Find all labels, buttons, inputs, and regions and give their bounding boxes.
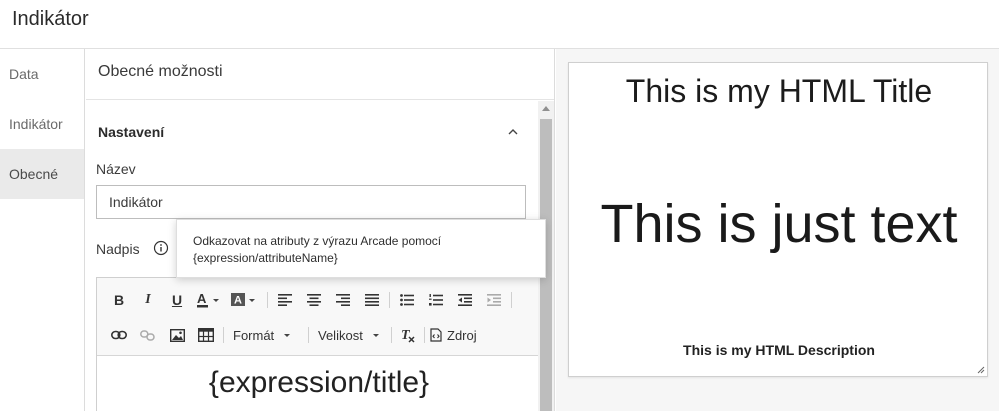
remove-format-icon: T (401, 328, 415, 343)
svg-text:A: A (234, 295, 242, 307)
numbered-list-icon (429, 294, 443, 306)
align-center-button[interactable] (304, 289, 324, 311)
editor-content[interactable]: {expression/title} (97, 356, 538, 411)
table-button[interactable] (196, 324, 216, 346)
link-icon (111, 330, 127, 340)
caption-label: Nadpis (96, 241, 140, 257)
preview-description: This is my HTML Description (683, 342, 875, 358)
svg-text:A: A (197, 291, 207, 306)
side-nav: Data Indikátor Obecné (0, 49, 85, 411)
info-tooltip: Odkazovat na atributy z výrazu Arcade po… (176, 219, 546, 278)
outdent-button[interactable] (455, 289, 475, 311)
text-color-icon: A (197, 291, 219, 308)
toolbar-separator (267, 292, 268, 308)
bulleted-list-icon (400, 294, 414, 306)
chevron-up-icon[interactable] (506, 125, 520, 139)
image-icon (169, 328, 185, 342)
remove-format-button[interactable]: T (398, 324, 418, 346)
link-button[interactable] (109, 324, 129, 346)
nav-item-indicator[interactable]: Indikátor (0, 99, 84, 149)
underline-button[interactable]: U (167, 289, 187, 311)
justify-button[interactable] (362, 289, 382, 311)
name-input[interactable]: Indikátor (96, 185, 526, 219)
italic-button[interactable]: I (138, 289, 158, 311)
scroll-up-arrow-icon[interactable] (542, 106, 550, 111)
app-header: Indikátor (0, 0, 999, 49)
toolbar-separator (308, 327, 309, 343)
toolbar-separator (389, 292, 390, 308)
panel-title: Obecné možnosti (86, 49, 554, 100)
unlink-icon (140, 330, 155, 341)
bold-button[interactable]: B (109, 289, 129, 311)
rich-text-editor: B I U A A Formát Velikost T Zdroj {expre… (96, 277, 538, 411)
info-icon[interactable] (153, 240, 169, 256)
caret-down-icon (284, 334, 291, 337)
unlink-button[interactable] (138, 324, 158, 346)
toolbar-separator (511, 292, 512, 308)
caret-down-icon (372, 334, 379, 337)
source-button-label: Zdroj (447, 327, 477, 343)
app-title: Indikátor (12, 8, 89, 30)
section-title: Nastavení (98, 124, 165, 140)
image-button[interactable] (167, 324, 187, 346)
numbered-list-button[interactable] (426, 289, 446, 311)
background-color-icon: A (231, 293, 255, 307)
nav-item-general[interactable]: Obecné (0, 149, 84, 199)
align-right-icon (336, 294, 350, 306)
format-dropdown-label: Formát (233, 327, 275, 343)
toolbar-separator (424, 327, 425, 343)
format-dropdown[interactable]: Formát (233, 324, 299, 346)
source-code-icon (430, 328, 442, 342)
text-color-button[interactable]: A (195, 289, 225, 311)
indicator-preview: This is my HTML Title This is just text … (568, 62, 988, 377)
editor-toolbar: B I U A A Formát Velikost T Zdroj (97, 278, 538, 356)
toolbar-separator (391, 327, 392, 343)
tooltip-line-1: Odkazovat na atributy z výrazu Arcade po… (193, 234, 442, 248)
align-center-icon (307, 294, 321, 306)
preview-title: This is my HTML Title (625, 73, 933, 109)
nav-item-data[interactable]: Data (0, 49, 84, 99)
preview-text: This is just text (600, 194, 958, 254)
source-button[interactable]: Zdroj (430, 324, 484, 346)
indent-button[interactable] (484, 289, 504, 311)
size-dropdown[interactable]: Velikost (318, 324, 388, 346)
background-color-button[interactable]: A (229, 289, 259, 311)
toolbar-separator (223, 327, 224, 343)
indent-icon (487, 294, 501, 306)
table-icon (198, 328, 214, 342)
justify-icon (365, 294, 379, 306)
size-dropdown-label: Velikost (318, 327, 363, 343)
bulleted-list-button[interactable] (397, 289, 417, 311)
align-left-button[interactable] (275, 289, 295, 311)
align-left-icon (278, 294, 292, 306)
tooltip-line-2: {expression/attributeName} (193, 251, 338, 265)
resize-handle-icon[interactable] (977, 366, 985, 374)
name-label: Název (96, 161, 136, 177)
section-settings-header[interactable]: Nastavení (86, 117, 538, 147)
align-right-button[interactable] (333, 289, 353, 311)
outdent-icon (458, 294, 472, 306)
